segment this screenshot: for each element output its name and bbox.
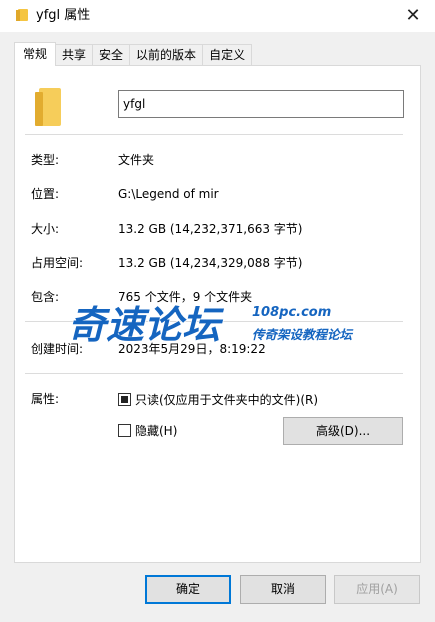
- hidden-checkbox[interactable]: [118, 424, 131, 437]
- tab-sharing[interactable]: 共享: [55, 44, 94, 66]
- contains-label: 包含:: [31, 290, 60, 304]
- advanced-button[interactable]: 高级(D)...: [283, 417, 403, 445]
- window-title: yfgl 属性: [36, 8, 91, 23]
- general-panel: 类型: 文件夹 位置: G:\Legend of mir 大小: 13.2 GB…: [14, 65, 421, 563]
- created-label: 创建时间:: [31, 342, 84, 356]
- size-value: 13.2 GB (14,232,371,663 字节): [118, 222, 303, 236]
- title-bar: yfgl 属性 ✕: [0, 0, 435, 32]
- attributes-label: 属性:: [31, 392, 60, 406]
- tab-customize[interactable]: 自定义: [202, 44, 253, 66]
- location-label: 位置:: [31, 187, 60, 201]
- readonly-label[interactable]: 只读(仅应用于文件夹中的文件)(R): [135, 392, 318, 408]
- close-icon[interactable]: ✕: [399, 2, 427, 30]
- divider: [25, 373, 403, 374]
- size-label: 大小:: [31, 222, 60, 236]
- folder-icon: [16, 9, 28, 21]
- location-value: G:\Legend of mir: [118, 187, 219, 201]
- contains-value: 765 个文件，9 个文件夹: [118, 290, 253, 304]
- folder-icon: [35, 88, 61, 126]
- cancel-button[interactable]: 取消: [240, 575, 326, 604]
- size-on-disk-label: 占用空间:: [31, 256, 84, 270]
- tab-bar: 常规 共享 安全 以前的版本 自定义: [14, 42, 253, 66]
- type-value: 文件夹: [118, 153, 155, 167]
- divider: [25, 321, 403, 322]
- apply-button[interactable]: 应用(A): [334, 575, 420, 604]
- type-label: 类型:: [31, 153, 60, 167]
- divider: [25, 134, 403, 135]
- tab-previous-versions[interactable]: 以前的版本: [129, 44, 204, 66]
- ok-button[interactable]: 确定: [145, 575, 231, 604]
- readonly-checkbox[interactable]: [118, 393, 131, 406]
- folder-name-input[interactable]: [118, 90, 404, 118]
- size-on-disk-value: 13.2 GB (14,234,329,088 字节): [118, 256, 303, 270]
- tab-general[interactable]: 常规: [14, 42, 57, 66]
- created-value: 2023年5月29日，8:19:22: [118, 342, 266, 356]
- tab-security[interactable]: 安全: [92, 44, 131, 66]
- hidden-label[interactable]: 隐藏(H): [135, 423, 177, 439]
